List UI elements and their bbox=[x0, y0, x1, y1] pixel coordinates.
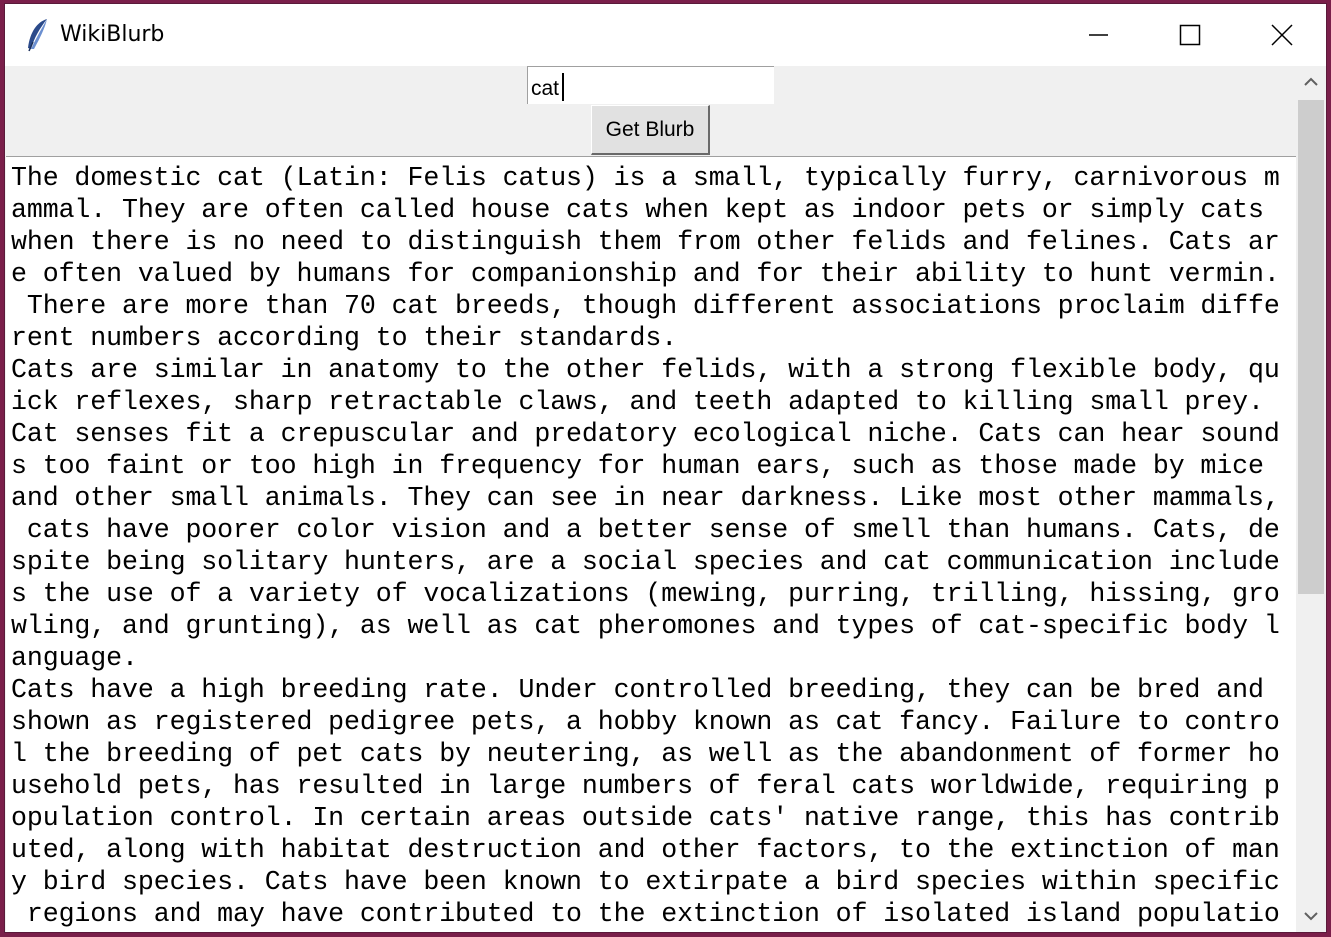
chevron-down-icon bbox=[1296, 912, 1326, 932]
blurb-line: spite being solitary hunters, are a soci… bbox=[11, 547, 1280, 577]
blurb-line: l the breeding of pet cats by neutering,… bbox=[11, 739, 1280, 769]
blurb-line: ick reflexes, sharp retractable claws, a… bbox=[11, 387, 1280, 417]
minimize-button[interactable] bbox=[1052, 4, 1144, 66]
scroll-down-button[interactable] bbox=[1296, 900, 1326, 932]
feather-icon bbox=[25, 18, 51, 54]
blurb-line: when there is no need to distinguish the… bbox=[11, 227, 1280, 257]
text-caret bbox=[562, 73, 564, 101]
blurb-line: Cats are similar in anatomy to the other… bbox=[11, 355, 1280, 385]
blurb-line: usehold pets, has resulted in large numb… bbox=[11, 771, 1280, 801]
app-window: WikiBlurb Get Blurb The domestic cat (La… bbox=[4, 3, 1327, 933]
scroll-up-button[interactable] bbox=[1296, 66, 1326, 98]
vertical-scrollbar[interactable] bbox=[1296, 66, 1326, 932]
blurb-line: opulation control. In certain areas outs… bbox=[11, 803, 1280, 833]
blurb-line: Cats have a high breeding rate. Under co… bbox=[11, 675, 1280, 705]
blurb-text-area[interactable]: The domestic cat (Latin: Felis catus) is… bbox=[6, 156, 1296, 932]
maximize-button[interactable] bbox=[1144, 4, 1236, 66]
blurb-line: y bird species. Cats have been known to … bbox=[11, 867, 1280, 897]
title-bar[interactable]: WikiBlurb bbox=[5, 4, 1326, 66]
blurb-line: Cat senses fit a crepuscular and predato… bbox=[11, 419, 1280, 449]
blurb-line: e often valued by humans for companionsh… bbox=[11, 259, 1280, 289]
blurb-line: s too faint or too high in frequency for… bbox=[11, 451, 1280, 481]
search-input[interactable] bbox=[527, 66, 774, 104]
blurb-line: ammal. They are often called house cats … bbox=[11, 195, 1280, 225]
get-blurb-button[interactable]: Get Blurb bbox=[591, 105, 710, 155]
blurb-line: shown as registered pedigree pets, a hob… bbox=[11, 707, 1280, 737]
blurb-line: There are more than 70 cat breeds, thoug… bbox=[11, 291, 1280, 321]
blurb-text: The domestic cat (Latin: Felis catus) is… bbox=[11, 162, 1280, 930]
blurb-line: anguage. bbox=[11, 643, 138, 673]
blurb-line: uted, along with habitat destruction and… bbox=[11, 835, 1280, 865]
close-button[interactable] bbox=[1236, 4, 1326, 66]
window-title: WikiBlurb bbox=[60, 22, 165, 47]
blurb-line: regions and may have contributed to the … bbox=[11, 899, 1280, 929]
blurb-line: cats have poorer color vision and a bett… bbox=[11, 515, 1280, 545]
blurb-line: wling, and grunting), as well as cat phe… bbox=[11, 611, 1280, 641]
scroll-thumb[interactable] bbox=[1298, 100, 1324, 594]
blurb-line: and other small animals. They can see in… bbox=[11, 483, 1280, 513]
blurb-line: s the use of a variety of vocalizations … bbox=[11, 579, 1280, 609]
blurb-line: rent numbers according to their standard… bbox=[11, 323, 678, 353]
blurb-line: The domestic cat (Latin: Felis catus) is… bbox=[11, 163, 1280, 193]
